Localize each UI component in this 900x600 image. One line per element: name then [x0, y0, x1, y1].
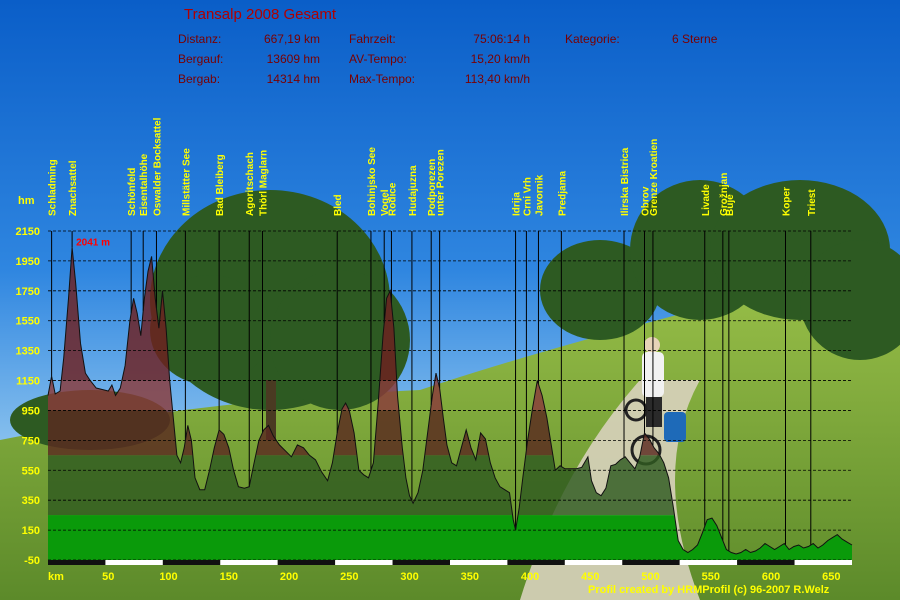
waypoint-label: Predjama: [557, 171, 568, 216]
credit-text: Profil created by HRMProfil (c) 96-2007 …: [588, 584, 830, 596]
elevation-band: [48, 410, 852, 456]
max-elevation-label: 2041 m: [76, 237, 110, 248]
waypoint-label: Agoritschach: [245, 152, 256, 216]
waypoint-label: Millstätter See: [181, 148, 192, 216]
waypoint-label: Buje: [725, 194, 736, 216]
x-axis-scale-bar: [48, 560, 106, 565]
x-axis-scale-bar: [220, 560, 278, 565]
waypoint-label: Hudajuzna: [408, 165, 419, 216]
elevation-band: [48, 455, 852, 516]
waypoint-label: Eisentalhöhe: [139, 153, 150, 216]
x-axis-label: km: [48, 571, 64, 583]
x-tick-label: 450: [581, 571, 599, 583]
waypoint-label: Schladming: [48, 159, 59, 216]
x-axis-scale-bar: [105, 560, 163, 565]
waypoint-label: Thörl Maglarn: [258, 150, 269, 216]
y-tick-label: 150: [22, 525, 40, 537]
x-tick-label: 650: [822, 571, 840, 583]
waypoint-label: Livade: [701, 184, 712, 216]
x-axis-scale-bar: [679, 560, 738, 565]
waypoint-label: Znachsattel: [68, 160, 79, 216]
waypoint-label: Schönfeld: [127, 168, 138, 216]
waypoint-label: Grenze Kroatien: [649, 139, 660, 216]
x-axis-scale-bar: [794, 560, 852, 565]
y-axis-label: hm: [18, 195, 35, 207]
y-tick-label: 1350: [16, 346, 40, 358]
waypoint-label: Triest: [807, 189, 818, 216]
x-tick-label: 600: [762, 571, 780, 583]
x-tick-label: 500: [641, 571, 659, 583]
x-tick-label: 350: [461, 571, 479, 583]
x-tick-label: 150: [220, 571, 238, 583]
x-tick-label: 550: [702, 571, 720, 583]
x-axis-scale-bar: [162, 560, 221, 565]
x-axis-scale-bar: [277, 560, 336, 565]
y-axis: -50 150 350 550 750 950 1150 1350 1550 1750 1950 21…: [16, 226, 40, 567]
elevation-band: [48, 515, 852, 560]
y-tick-label: 550: [22, 465, 40, 477]
y-tick-label: 1150: [16, 376, 40, 388]
elevation-fill: [48, 247, 852, 560]
x-tick-label: 100: [159, 571, 177, 583]
y-tick-label: 950: [22, 405, 40, 417]
waypoint-label: Bohinjsko See: [367, 147, 378, 216]
waypoint-label: Koper: [781, 187, 792, 216]
waypoint-label: Bled: [333, 194, 344, 216]
x-tick-label: 200: [280, 571, 298, 583]
x-axis-scale-bar: [564, 560, 623, 565]
waypoint-label: unter Porezen: [436, 149, 447, 216]
waypoint-label: Idrija: [512, 192, 523, 216]
waypoint-label: Rodice: [387, 182, 398, 216]
x-tick-label: 300: [400, 571, 418, 583]
y-tick-label: -50: [24, 555, 40, 567]
waypoint-label: Ilirska Bistrica: [620, 147, 631, 216]
x-tick-label: 250: [340, 571, 358, 583]
y-tick-label: 1950: [16, 256, 40, 268]
x-tick-label: 50: [102, 571, 114, 583]
elevation-band: [48, 380, 852, 411]
elevation-profile-chart: -50 150 350 550 750 950 1150 1350 1550 1750 1950 21…: [16, 117, 853, 583]
waypoint-labels: Schladming Znachsattel Schönfeld Eisentalhö…: [48, 117, 818, 216]
x-axis-scale-bar: [507, 560, 565, 565]
y-tick-label: 2150: [16, 226, 40, 238]
waypoint-label: Crni Vrh: [522, 177, 533, 216]
y-tick-label: 1750: [16, 286, 40, 298]
y-tick-label: 1550: [16, 316, 40, 328]
y-tick-label: 750: [22, 435, 40, 447]
x-axis-scale-bar: [450, 560, 508, 565]
x-axis-scale-bar: [392, 560, 450, 565]
y-tick-label: 350: [22, 495, 40, 507]
x-tick-label: 400: [521, 571, 539, 583]
waypoint-label: Oswalder Bocksattel: [152, 117, 163, 216]
waypoint-label: Javornik: [534, 174, 545, 216]
x-axis-scale-bar: [335, 560, 393, 565]
waypoint-label: Bad Bleiberg: [215, 154, 226, 216]
x-axis-scale-bar: [622, 560, 680, 565]
x-axis: 50 100 150 200 250 300 350 400 450 500 550 600 650: [48, 560, 852, 583]
x-axis-scale-bar: [737, 560, 795, 565]
